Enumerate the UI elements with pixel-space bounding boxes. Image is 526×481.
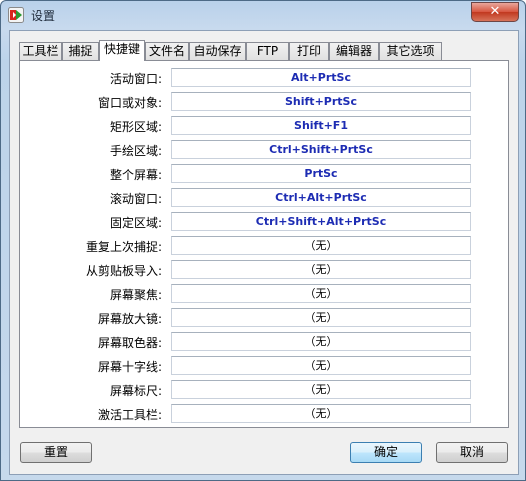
hotkeys-panel: 活动窗口: Alt+PrtSc 窗口或对象: Shift+PrtSc 矩形区域:… xyxy=(19,60,509,428)
close-button[interactable]: ✕ xyxy=(471,2,519,22)
hotkey-label: 屏幕取色器: xyxy=(97,336,162,350)
hotkey-label: 手绘区域: xyxy=(109,144,162,158)
hotkey-label: 活动窗口: xyxy=(109,72,162,86)
hotkey-field-active-window[interactable]: Alt+PrtSc xyxy=(171,68,471,87)
settings-window: 设置 ✕ 工具栏 捕捉 快捷键 文件名 自动保存 FTP 打印 编辑器 其它选项… xyxy=(0,0,526,481)
hotkey-field-full-screen[interactable]: PrtSc xyxy=(171,164,471,183)
reset-button[interactable]: 重置 xyxy=(20,442,92,463)
cancel-button[interactable]: 取消 xyxy=(436,442,508,463)
hotkey-field-scrolling-window[interactable]: Ctrl+Alt+PrtSc xyxy=(171,188,471,207)
hotkey-label: 屏幕标尺: xyxy=(109,384,162,398)
hotkey-label: 滚动窗口: xyxy=(109,192,162,206)
hotkey-field-freehand-region[interactable]: Ctrl+Shift+PrtSc xyxy=(171,140,471,159)
hotkey-field-screen-color-picker[interactable]: （无） xyxy=(171,332,471,351)
hotkey-field-import-from-clipboard[interactable]: （无） xyxy=(171,260,471,279)
hotkey-label: 屏幕十字线: xyxy=(97,360,162,374)
hotkey-label: 窗口或对象: xyxy=(97,96,162,110)
hotkey-label: 激活工具栏: xyxy=(97,408,162,422)
hotkey-field-window-or-object[interactable]: Shift+PrtSc xyxy=(171,92,471,111)
hotkey-field-repeat-last-capture[interactable]: （无） xyxy=(171,236,471,255)
tab-ftp[interactable]: FTP xyxy=(246,42,289,60)
tab-toolbar[interactable]: 工具栏 xyxy=(19,42,62,60)
dialog-client-area: 工具栏 捕捉 快捷键 文件名 自动保存 FTP 打印 编辑器 其它选项 活动窗口… xyxy=(9,30,519,475)
tab-hotkeys[interactable]: 快捷键 xyxy=(99,40,145,61)
title-bar[interactable]: 设置 ✕ xyxy=(1,1,525,29)
tab-strip: 工具栏 捕捉 快捷键 文件名 自动保存 FTP 打印 编辑器 其它选项 xyxy=(19,40,509,61)
app-icon xyxy=(8,7,24,23)
hotkey-label: 固定区域: xyxy=(109,216,162,230)
tab-print[interactable]: 打印 xyxy=(289,42,329,60)
hotkey-field-screen-ruler[interactable]: （无） xyxy=(171,380,471,399)
window-title: 设置 xyxy=(31,9,56,23)
hotkey-field-fixed-region[interactable]: Ctrl+Shift+Alt+PrtSc xyxy=(171,212,471,231)
hotkey-label: 屏幕放大镜: xyxy=(97,312,162,326)
tab-autosave[interactable]: 自动保存 xyxy=(189,42,246,60)
hotkey-field-screen-magnifier[interactable]: （无） xyxy=(171,308,471,327)
hotkey-label: 从剪贴板导入: xyxy=(85,264,162,278)
tab-editor[interactable]: 编辑器 xyxy=(329,42,379,60)
tab-filename[interactable]: 文件名 xyxy=(145,42,189,60)
ok-button[interactable]: 确定 xyxy=(350,442,422,463)
close-icon: ✕ xyxy=(489,4,501,19)
hotkey-label: 重复上次捕捉: xyxy=(85,240,162,254)
tab-capture[interactable]: 捕捉 xyxy=(62,42,99,60)
hotkey-field-rectangle-region[interactable]: Shift+F1 xyxy=(171,116,471,135)
hotkey-field-screen-spotlight[interactable]: （无） xyxy=(171,284,471,303)
hotkey-field-activate-toolbar[interactable]: （无） xyxy=(171,404,471,423)
hotkey-field-screen-crosshair[interactable]: （无） xyxy=(171,356,471,375)
hotkey-label: 矩形区域: xyxy=(109,120,162,134)
tab-other-options[interactable]: 其它选项 xyxy=(379,42,442,60)
hotkey-label: 屏幕聚焦: xyxy=(109,288,162,302)
hotkey-label: 整个屏幕: xyxy=(109,168,162,182)
